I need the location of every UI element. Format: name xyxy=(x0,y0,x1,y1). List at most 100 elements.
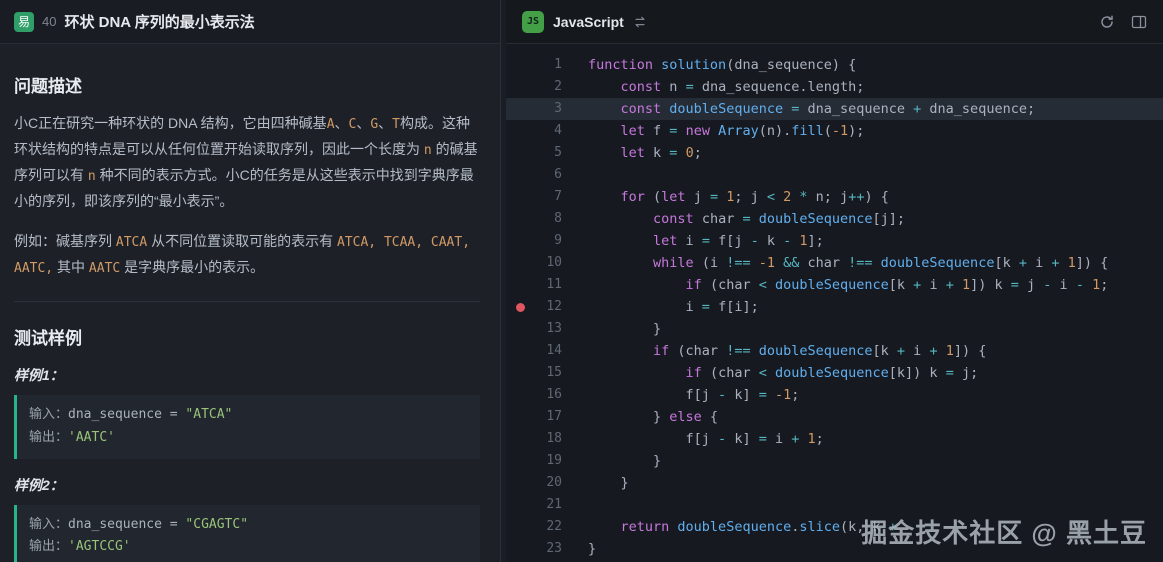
code-area[interactable]: 1function solution(dna_sequence) {2 cons… xyxy=(506,44,1163,562)
line-number[interactable]: 9 xyxy=(534,230,562,252)
code-row[interactable]: 19 } xyxy=(506,450,1163,472)
line-number[interactable]: 12 xyxy=(534,296,562,318)
code-row[interactable]: 22 return doubleSequence.slice(k, k + xyxy=(506,516,1163,538)
line-number[interactable]: 18 xyxy=(534,428,562,450)
code-line: if (char !== doubleSequence[k + i + 1]) … xyxy=(562,340,986,362)
breakpoint-gutter[interactable] xyxy=(506,76,534,98)
code-row[interactable]: 20 } xyxy=(506,472,1163,494)
code-line: let i = f[j - k - 1]; xyxy=(562,230,824,252)
line-number[interactable]: 8 xyxy=(534,208,562,230)
line-number[interactable]: 11 xyxy=(534,274,562,296)
breakpoint-gutter[interactable] xyxy=(506,516,534,538)
breakpoint-gutter[interactable] xyxy=(506,208,534,230)
sample-1-output: 输出：'AATC' xyxy=(29,427,468,450)
line-number[interactable]: 4 xyxy=(534,120,562,142)
code-row[interactable]: 16 f[j - k] = -1; xyxy=(506,384,1163,406)
inline-code: AATC xyxy=(89,261,120,276)
editor-header-actions xyxy=(1099,14,1147,30)
breakpoint-gutter[interactable] xyxy=(506,450,534,472)
code-row[interactable]: 17 } else { xyxy=(506,406,1163,428)
line-number[interactable]: 5 xyxy=(534,142,562,164)
breakpoint-dot[interactable] xyxy=(506,296,534,318)
code-row[interactable]: 15 if (char < doubleSequence[k]) k = j; xyxy=(506,362,1163,384)
code-row[interactable]: 14 if (char !== doubleSequence[k + i + 1… xyxy=(506,340,1163,362)
breakpoint-gutter[interactable] xyxy=(506,164,534,186)
layout-button[interactable] xyxy=(1131,14,1147,30)
code-line: } xyxy=(562,538,596,560)
code-row[interactable]: 6 xyxy=(506,164,1163,186)
breakpoint-gutter[interactable] xyxy=(506,384,534,406)
code-row[interactable]: 10 while (i !== -1 && char !== doubleSeq… xyxy=(506,252,1163,274)
code-row[interactable]: 11 if (char < doubleSequence[k + i + 1])… xyxy=(506,274,1163,296)
sample-2-output: 输出：'AGTCCG' xyxy=(29,536,468,559)
problem-title: 环状 DNA 序列的最小表示法 xyxy=(64,11,254,32)
code-line: i = f[i]; xyxy=(562,296,759,318)
inline-code: A xyxy=(327,117,335,132)
breakpoint-gutter[interactable] xyxy=(506,54,534,76)
breakpoint-gutter[interactable] xyxy=(506,340,534,362)
language-label: JavaScript xyxy=(553,14,624,30)
sample-2-input: 输入：dna_sequence = "CGAGTC" xyxy=(29,514,468,537)
line-number[interactable]: 7 xyxy=(534,186,562,208)
problem-body: 问题描述 小C正在研究一种环状的 DNA 结构，它由四种碱基A、C、G、T构成。… xyxy=(0,44,500,562)
breakpoint-gutter[interactable] xyxy=(506,494,534,516)
breakpoint-gutter[interactable] xyxy=(506,252,534,274)
line-number[interactable]: 20 xyxy=(534,472,562,494)
inline-code: T xyxy=(392,117,400,132)
switch-language-icon[interactable] xyxy=(633,15,647,29)
breakpoint-gutter[interactable] xyxy=(506,428,534,450)
line-number[interactable]: 10 xyxy=(534,252,562,274)
code-row[interactable]: 8 const char = doubleSequence[j]; xyxy=(506,208,1163,230)
description-paragraph-2: 例如：碱基序列 ATCA 从不同位置读取可能的表示有 ATCA, TCAA, C… xyxy=(14,229,480,281)
breakpoint-gutter[interactable] xyxy=(506,186,534,208)
code-row[interactable]: 9 let i = f[j - k - 1]; xyxy=(506,230,1163,252)
breakpoint-gutter[interactable] xyxy=(506,274,534,296)
breakpoint-gutter[interactable] xyxy=(506,362,534,384)
code-line xyxy=(562,164,588,186)
line-number[interactable]: 13 xyxy=(534,318,562,340)
code-line: function solution(dna_sequence) { xyxy=(562,54,856,76)
code-row[interactable]: 7 for (let j = 1; j < 2 * n; j++) { xyxy=(506,186,1163,208)
line-number[interactable]: 23 xyxy=(534,538,562,560)
code-row[interactable]: 18 f[j - k] = i + 1; xyxy=(506,428,1163,450)
sample-1-input: 输入：dna_sequence = "ATCA" xyxy=(29,404,468,427)
breakpoint-gutter[interactable] xyxy=(506,120,534,142)
code-line: f[j - k] = i + 1; xyxy=(562,428,824,450)
code-row[interactable]: 21 xyxy=(506,494,1163,516)
code-row[interactable]: 23} xyxy=(506,538,1163,560)
code-row[interactable]: 2 const n = dna_sequence.length; xyxy=(506,76,1163,98)
output-label: 输出： xyxy=(29,539,68,554)
breakpoint-gutter[interactable] xyxy=(506,318,534,340)
breakpoint-gutter[interactable] xyxy=(506,472,534,494)
code-row[interactable]: 5 let k = 0; xyxy=(506,142,1163,164)
input-value: "CGAGTC" xyxy=(185,517,248,532)
breakpoint-gutter[interactable] xyxy=(506,98,534,120)
code-row[interactable]: 3 const doubleSequence = dna_sequence + … xyxy=(506,98,1163,120)
line-number[interactable]: 17 xyxy=(534,406,562,428)
line-number[interactable]: 6 xyxy=(534,164,562,186)
line-number[interactable]: 19 xyxy=(534,450,562,472)
input-value: "ATCA" xyxy=(185,407,232,422)
code-line: } xyxy=(562,318,661,340)
code-row[interactable]: 1function solution(dna_sequence) { xyxy=(506,54,1163,76)
breakpoint-gutter[interactable] xyxy=(506,142,534,164)
line-number[interactable]: 3 xyxy=(534,98,562,120)
line-number[interactable]: 14 xyxy=(534,340,562,362)
code-line: const doubleSequence = dna_sequence + dn… xyxy=(562,98,1035,120)
line-number[interactable]: 2 xyxy=(534,76,562,98)
line-number[interactable]: 15 xyxy=(534,362,562,384)
line-number[interactable]: 22 xyxy=(534,516,562,538)
line-number[interactable]: 1 xyxy=(534,54,562,76)
problem-panel: 易 40 环状 DNA 序列的最小表示法 问题描述 小C正在研究一种环状的 DN… xyxy=(0,0,501,562)
code-row[interactable]: 4 let f = new Array(n).fill(-1); xyxy=(506,120,1163,142)
breakpoint-gutter[interactable] xyxy=(506,538,534,560)
code-row[interactable]: 12 i = f[i]; xyxy=(506,296,1163,318)
inline-code: ATCA xyxy=(116,235,147,250)
breakpoint-gutter[interactable] xyxy=(506,406,534,428)
line-number[interactable]: 21 xyxy=(534,494,562,516)
input-label: 输入： xyxy=(29,517,68,532)
code-row[interactable]: 13 } xyxy=(506,318,1163,340)
breakpoint-gutter[interactable] xyxy=(506,230,534,252)
refresh-button[interactable] xyxy=(1099,14,1115,30)
line-number[interactable]: 16 xyxy=(534,384,562,406)
